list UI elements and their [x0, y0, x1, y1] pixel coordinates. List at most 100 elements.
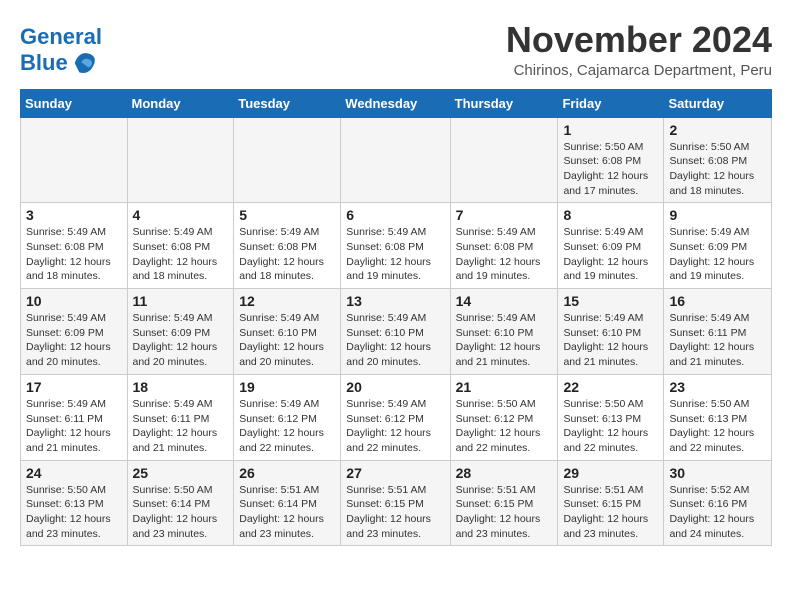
logo-icon [70, 49, 98, 77]
day-info: Sunrise: 5:49 AM Sunset: 6:08 PM Dayligh… [456, 225, 553, 284]
day-number: 12 [239, 293, 335, 309]
day-info: Sunrise: 5:49 AM Sunset: 6:08 PM Dayligh… [239, 225, 335, 284]
day-info: Sunrise: 5:51 AM Sunset: 6:14 PM Dayligh… [239, 483, 335, 542]
calendar-cell: 22 Sunrise: 5:50 AM Sunset: 6:13 PM Dayli… [558, 374, 664, 460]
day-number: 16 [669, 293, 766, 309]
day-info: Sunrise: 5:51 AM Sunset: 6:15 PM Dayligh… [456, 483, 553, 542]
calendar-week-row: 3 Sunrise: 5:49 AM Sunset: 6:08 PM Daylig… [21, 203, 772, 289]
calendar-cell: 13 Sunrise: 5:49 AM Sunset: 6:10 PM Dayli… [341, 289, 450, 375]
location-title: Chirinos, Cajamarca Department, Peru [506, 62, 772, 79]
day-info: Sunrise: 5:49 AM Sunset: 6:10 PM Dayligh… [563, 311, 658, 370]
calendar-cell [127, 117, 234, 203]
day-info: Sunrise: 5:49 AM Sunset: 6:10 PM Dayligh… [239, 311, 335, 370]
calendar-cell: 16 Sunrise: 5:49 AM Sunset: 6:11 PM Dayli… [664, 289, 772, 375]
day-number: 17 [26, 379, 122, 395]
day-number: 30 [669, 465, 766, 481]
calendar-cell: 11Sunrise: 5:49 AM Sunset: 6:09 PM Dayli… [127, 289, 234, 375]
calendar-cell: 7 Sunrise: 5:49 AM Sunset: 6:08 PM Daylig… [450, 203, 558, 289]
calendar-cell: 30 Sunrise: 5:52 AM Sunset: 6:16 PM Dayli… [664, 460, 772, 546]
day-info: Sunrise: 5:50 AM Sunset: 6:13 PM Dayligh… [26, 483, 122, 542]
calendar-cell: 28 Sunrise: 5:51 AM Sunset: 6:15 PM Dayli… [450, 460, 558, 546]
day-info: Sunrise: 5:49 AM Sunset: 6:08 PM Dayligh… [346, 225, 444, 284]
day-number: 4 [133, 207, 229, 223]
day-number: 29 [563, 465, 658, 481]
day-info: Sunrise: 5:49 AM Sunset: 6:10 PM Dayligh… [346, 311, 444, 370]
calendar-cell: 2 Sunrise: 5:50 AM Sunset: 6:08 PM Daylig… [664, 117, 772, 203]
day-info: Sunrise: 5:49 AM Sunset: 6:09 PM Dayligh… [133, 311, 229, 370]
day-number: 26 [239, 465, 335, 481]
day-number: 18 [133, 379, 229, 395]
day-number: 24 [26, 465, 122, 481]
calendar-week-row: 10Sunrise: 5:49 AM Sunset: 6:09 PM Dayli… [21, 289, 772, 375]
day-number: 6 [346, 207, 444, 223]
day-info: Sunrise: 5:50 AM Sunset: 6:14 PM Dayligh… [133, 483, 229, 542]
weekday-header: Tuesday [234, 89, 341, 117]
day-number: 22 [563, 379, 658, 395]
day-number: 15 [563, 293, 658, 309]
weekday-header: Sunday [21, 89, 128, 117]
calendar-cell: 23Sunrise: 5:50 AM Sunset: 6:13 PM Dayli… [664, 374, 772, 460]
day-number: 28 [456, 465, 553, 481]
calendar-cell: 29Sunrise: 5:51 AM Sunset: 6:15 PM Dayli… [558, 460, 664, 546]
calendar-cell: 14Sunrise: 5:49 AM Sunset: 6:10 PM Dayli… [450, 289, 558, 375]
day-info: Sunrise: 5:49 AM Sunset: 6:11 PM Dayligh… [133, 397, 229, 456]
calendar-cell: 3 Sunrise: 5:49 AM Sunset: 6:08 PM Daylig… [21, 203, 128, 289]
day-info: Sunrise: 5:49 AM Sunset: 6:09 PM Dayligh… [563, 225, 658, 284]
calendar-cell [450, 117, 558, 203]
page-header: General Blue November 2024 Chirinos, Caj… [20, 20, 772, 79]
calendar-cell: 18 Sunrise: 5:49 AM Sunset: 6:11 PM Dayli… [127, 374, 234, 460]
calendar-body: 1Sunrise: 5:50 AM Sunset: 6:08 PM Daylig… [21, 117, 772, 546]
day-info: Sunrise: 5:51 AM Sunset: 6:15 PM Dayligh… [346, 483, 444, 542]
calendar-cell: 26 Sunrise: 5:51 AM Sunset: 6:14 PM Dayli… [234, 460, 341, 546]
weekday-header: Friday [558, 89, 664, 117]
day-number: 3 [26, 207, 122, 223]
day-info: Sunrise: 5:49 AM Sunset: 6:09 PM Dayligh… [26, 311, 122, 370]
calendar-week-row: 1Sunrise: 5:50 AM Sunset: 6:08 PM Daylig… [21, 117, 772, 203]
month-title: November 2024 [506, 20, 772, 60]
calendar-cell: 8Sunrise: 5:49 AM Sunset: 6:09 PM Daylig… [558, 203, 664, 289]
day-number: 23 [669, 379, 766, 395]
logo-blue-text: Blue [20, 51, 68, 75]
calendar-week-row: 24 Sunrise: 5:50 AM Sunset: 6:13 PM Dayli… [21, 460, 772, 546]
day-number: 20 [346, 379, 444, 395]
calendar-cell: 1Sunrise: 5:50 AM Sunset: 6:08 PM Daylig… [558, 117, 664, 203]
calendar-cell: 17 Sunrise: 5:49 AM Sunset: 6:11 PM Dayli… [21, 374, 128, 460]
calendar-table: SundayMondayTuesdayWednesdayThursdayFrid… [20, 89, 772, 547]
calendar-cell [341, 117, 450, 203]
logo: General Blue [20, 25, 102, 77]
day-info: Sunrise: 5:50 AM Sunset: 6:08 PM Dayligh… [563, 140, 658, 199]
title-block: November 2024 Chirinos, Cajamarca Depart… [506, 20, 772, 79]
weekday-header: Monday [127, 89, 234, 117]
calendar-cell: 12 Sunrise: 5:49 AM Sunset: 6:10 PM Dayli… [234, 289, 341, 375]
calendar-cell: 15 Sunrise: 5:49 AM Sunset: 6:10 PM Dayli… [558, 289, 664, 375]
day-number: 7 [456, 207, 553, 223]
calendar-cell [21, 117, 128, 203]
day-info: Sunrise: 5:49 AM Sunset: 6:11 PM Dayligh… [26, 397, 122, 456]
day-info: Sunrise: 5:49 AM Sunset: 6:12 PM Dayligh… [239, 397, 335, 456]
day-info: Sunrise: 5:50 AM Sunset: 6:12 PM Dayligh… [456, 397, 553, 456]
day-info: Sunrise: 5:50 AM Sunset: 6:13 PM Dayligh… [563, 397, 658, 456]
day-info: Sunrise: 5:52 AM Sunset: 6:16 PM Dayligh… [669, 483, 766, 542]
calendar-cell: 27 Sunrise: 5:51 AM Sunset: 6:15 PM Dayli… [341, 460, 450, 546]
day-info: Sunrise: 5:49 AM Sunset: 6:11 PM Dayligh… [669, 311, 766, 370]
calendar-header: SundayMondayTuesdayWednesdayThursdayFrid… [21, 89, 772, 117]
day-number: 2 [669, 122, 766, 138]
calendar-cell: 6 Sunrise: 5:49 AM Sunset: 6:08 PM Daylig… [341, 203, 450, 289]
calendar-cell: 4Sunrise: 5:49 AM Sunset: 6:08 PM Daylig… [127, 203, 234, 289]
calendar-week-row: 17 Sunrise: 5:49 AM Sunset: 6:11 PM Dayli… [21, 374, 772, 460]
weekday-header: Thursday [450, 89, 558, 117]
calendar-cell [234, 117, 341, 203]
calendar-cell: 20 Sunrise: 5:49 AM Sunset: 6:12 PM Dayli… [341, 374, 450, 460]
day-info: Sunrise: 5:49 AM Sunset: 6:08 PM Dayligh… [26, 225, 122, 284]
day-number: 25 [133, 465, 229, 481]
day-number: 27 [346, 465, 444, 481]
day-number: 21 [456, 379, 553, 395]
day-info: Sunrise: 5:49 AM Sunset: 6:09 PM Dayligh… [669, 225, 766, 284]
calendar-cell: 21 Sunrise: 5:50 AM Sunset: 6:12 PM Dayli… [450, 374, 558, 460]
calendar-cell: 5Sunrise: 5:49 AM Sunset: 6:08 PM Daylig… [234, 203, 341, 289]
day-info: Sunrise: 5:50 AM Sunset: 6:08 PM Dayligh… [669, 140, 766, 199]
calendar-cell: 9Sunrise: 5:49 AM Sunset: 6:09 PM Daylig… [664, 203, 772, 289]
day-info: Sunrise: 5:49 AM Sunset: 6:10 PM Dayligh… [456, 311, 553, 370]
day-info: Sunrise: 5:49 AM Sunset: 6:12 PM Dayligh… [346, 397, 444, 456]
day-number: 13 [346, 293, 444, 309]
